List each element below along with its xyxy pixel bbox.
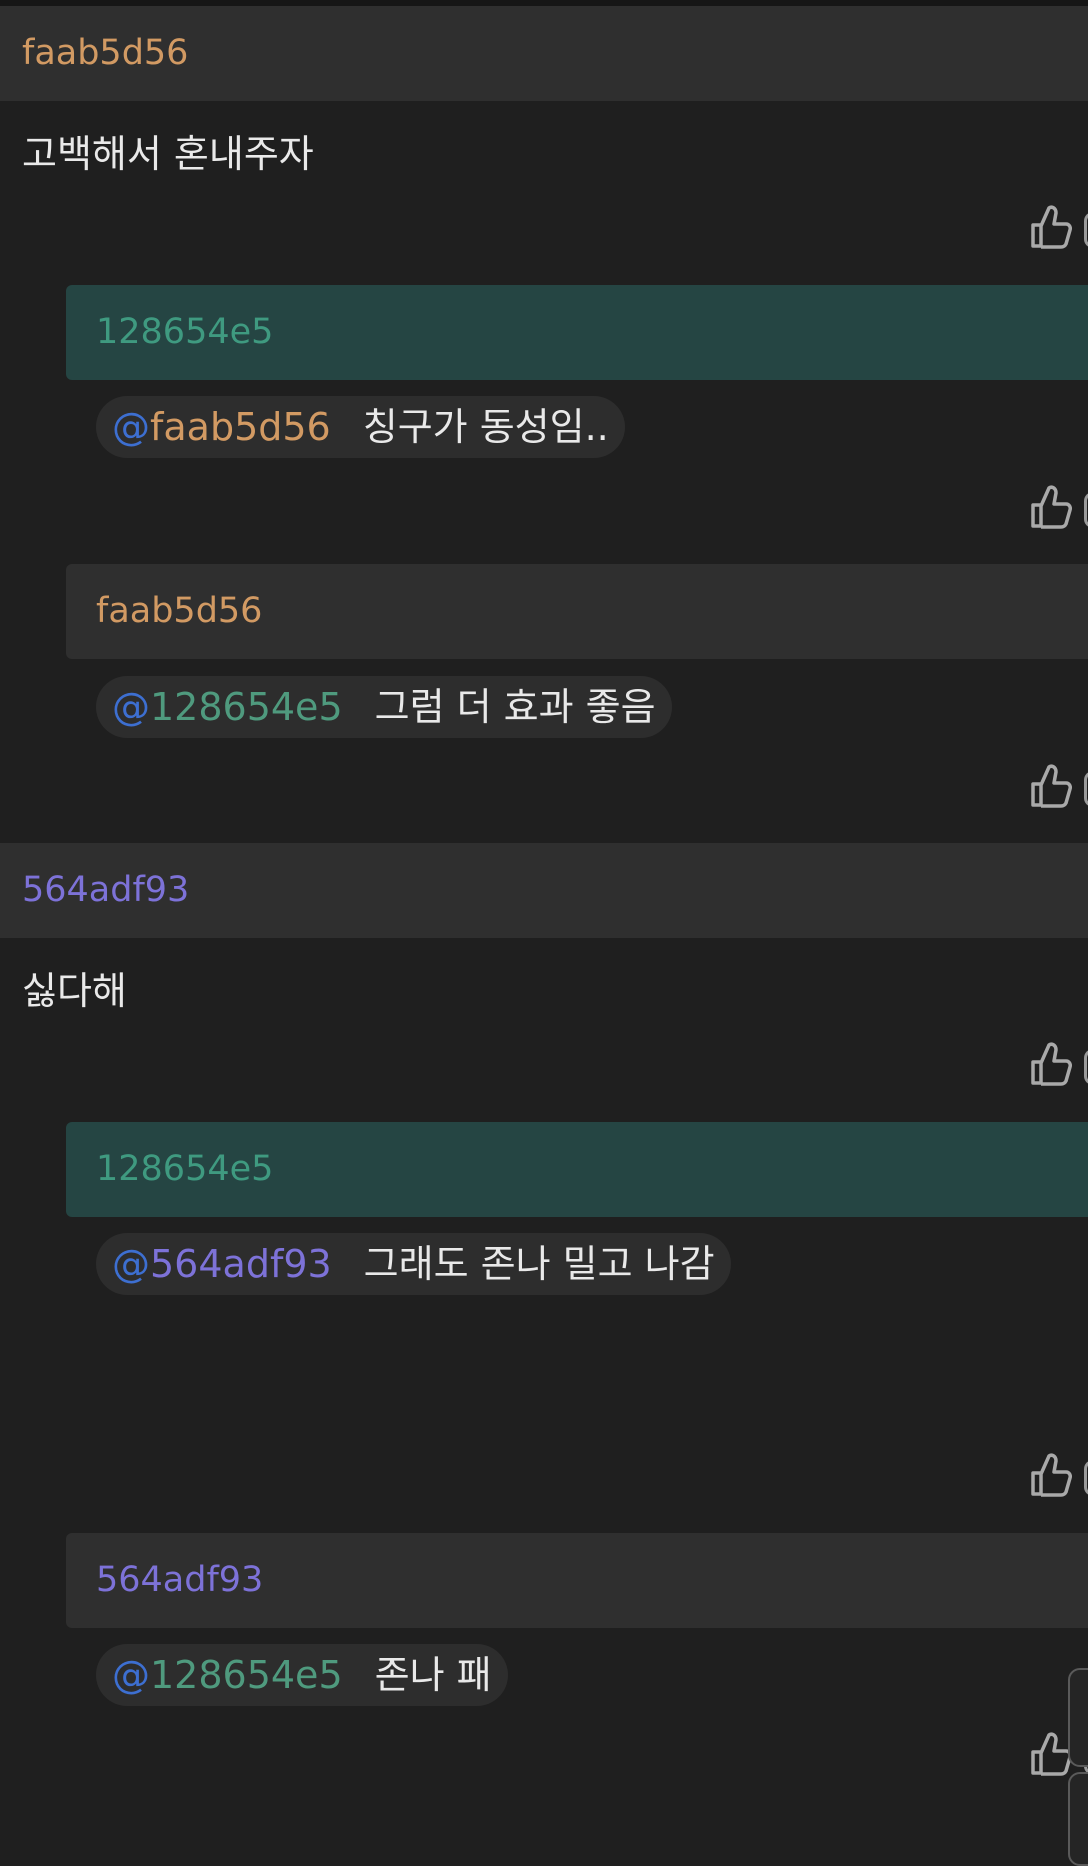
thumbs-up-icon[interactable] <box>1028 1452 1072 1498</box>
thumbs-up-icon[interactable] <box>1028 1041 1072 1087</box>
reply-body: @564adf93 그래도 존나 밀고 나감 <box>96 1233 731 1295</box>
comment-username[interactable]: 564adf93 <box>22 843 189 938</box>
reply-username[interactable]: faab5d56 <box>96 564 262 659</box>
scroll-to-top-button[interactable] <box>1068 1668 1088 1767</box>
comment-text: 싫다해 <box>22 969 127 1013</box>
reply-text: 그래도 존나 밀고 나감 <box>363 1242 715 1286</box>
thumbs-up-icon[interactable] <box>1028 763 1072 809</box>
comment-header: 564adf93 <box>0 843 1088 938</box>
reply-header: 128654e5 <box>66 1122 1088 1217</box>
like-count-badge[interactable] <box>1084 771 1088 807</box>
reply-text: 칭구가 동성임.. <box>362 405 609 449</box>
mention-tag[interactable]: @128654e5 <box>112 685 343 729</box>
like-count-badge[interactable] <box>1084 1460 1088 1496</box>
reply-username[interactable]: 564adf93 <box>96 1533 263 1628</box>
reply-body: @128654e5 존나 패 <box>96 1644 508 1706</box>
like-count-badge[interactable] <box>1084 492 1088 528</box>
reply-text: 그럼 더 효과 좋음 <box>374 685 656 729</box>
reply-header: faab5d56 <box>66 564 1088 659</box>
comment-username[interactable]: faab5d56 <box>22 6 188 101</box>
reply-text: 존나 패 <box>374 1653 492 1697</box>
scroll-to-bottom-button[interactable] <box>1068 1772 1088 1866</box>
thumbs-up-icon[interactable] <box>1028 204 1072 250</box>
mention-tag[interactable]: @128654e5 <box>112 1653 343 1697</box>
like-count-badge[interactable] <box>1084 212 1088 248</box>
thumbs-up-icon[interactable] <box>1028 1731 1072 1777</box>
reply-header: 564adf93 <box>66 1533 1088 1628</box>
mention-tag[interactable]: @faab5d56 <box>112 405 331 449</box>
like-count-badge[interactable] <box>1084 1049 1088 1085</box>
reply-username[interactable]: 128654e5 <box>96 285 273 380</box>
thumbs-up-icon[interactable] <box>1028 484 1072 530</box>
reply-body: @faab5d56 칭구가 동성임.. <box>96 396 625 458</box>
mention-tag[interactable]: @564adf93 <box>112 1242 332 1286</box>
comment-text: 고백해서 혼내주자 <box>22 132 314 176</box>
comment-header: faab5d56 <box>0 6 1088 101</box>
reply-body: @128654e5 그럼 더 효과 좋음 <box>96 676 672 738</box>
reply-header: 128654e5 <box>66 285 1088 380</box>
reply-username[interactable]: 128654e5 <box>96 1122 273 1217</box>
